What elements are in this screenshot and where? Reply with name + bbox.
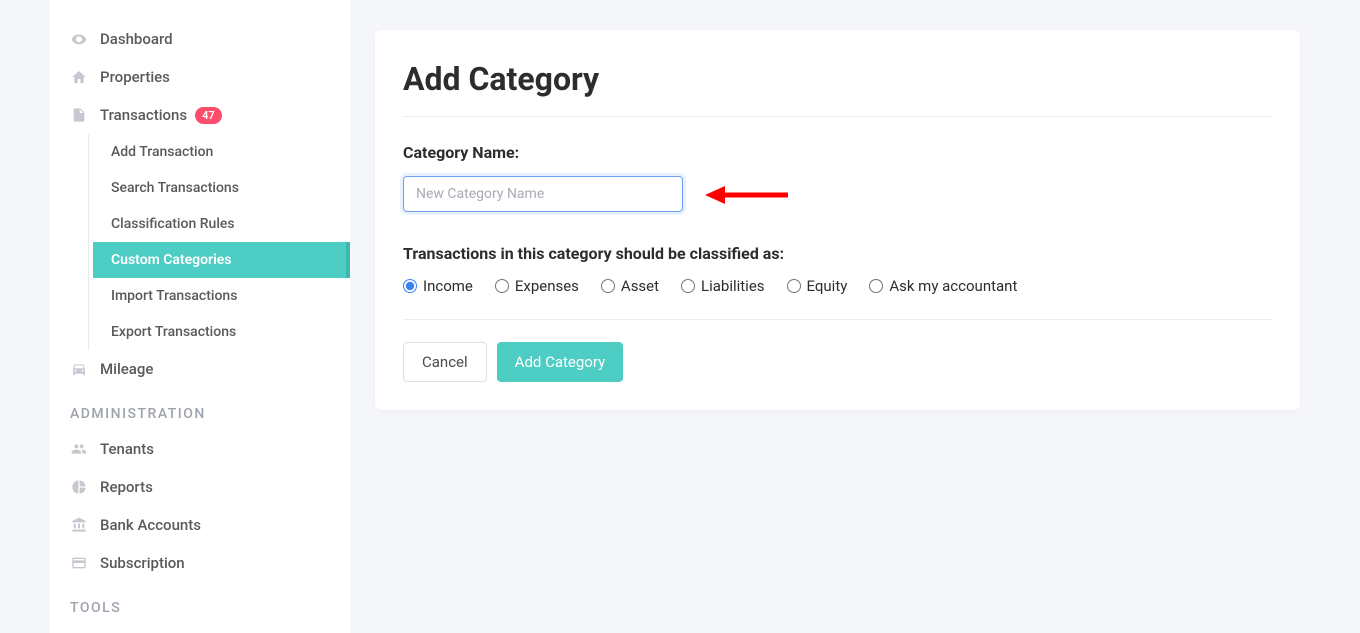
nav-reports[interactable]: Reports — [50, 468, 350, 506]
nav-mileage[interactable]: Mileage — [50, 350, 350, 388]
page-title: Add Category — [403, 60, 1272, 98]
nav-properties[interactable]: Properties — [50, 58, 350, 96]
radio-liabilities[interactable]: Liabilities — [681, 277, 765, 295]
transactions-sub-nav: Add Transaction Search Transactions Clas… — [88, 134, 350, 350]
nav-tenants-label: Tenants — [100, 440, 154, 458]
card-icon — [70, 554, 88, 572]
nav-reports-label: Reports — [100, 478, 153, 496]
users-icon — [70, 440, 88, 458]
cancel-button[interactable]: Cancel — [403, 342, 487, 382]
nav-mileage-label: Mileage — [100, 360, 153, 378]
bank-icon — [70, 516, 88, 534]
category-name-label: Category Name: — [403, 143, 1272, 162]
section-tools: TOOLS — [50, 582, 350, 624]
nav-transactions-label: Transactions — [100, 106, 187, 124]
add-category-card: Add Category Category Name: Transactions… — [375, 30, 1300, 410]
sub-nav-add-transaction[interactable]: Add Transaction — [93, 134, 350, 170]
sub-nav-classification-rules[interactable]: Classification Rules — [93, 206, 350, 242]
radio-income[interactable]: Income — [403, 277, 473, 295]
nav-subscription[interactable]: Subscription — [50, 544, 350, 582]
radio-equity-input[interactable] — [787, 279, 801, 293]
nav-tenants[interactable]: Tenants — [50, 430, 350, 468]
transactions-badge: 47 — [195, 107, 222, 124]
radio-equity[interactable]: Equity — [787, 277, 848, 295]
car-icon — [70, 360, 88, 378]
radio-expenses[interactable]: Expenses — [495, 277, 579, 295]
radio-ask-input[interactable] — [869, 279, 883, 293]
sub-nav-import-transactions[interactable]: Import Transactions — [93, 278, 350, 314]
classification-radio-group: Income Expenses Asset Liabilities Equity… — [403, 277, 1272, 297]
radio-income-input[interactable] — [403, 279, 417, 293]
divider — [403, 319, 1272, 320]
home-icon — [70, 68, 88, 86]
radio-ask-accountant[interactable]: Ask my accountant — [869, 277, 1017, 295]
sub-nav-search-transactions[interactable]: Search Transactions — [93, 170, 350, 206]
category-name-input[interactable] — [403, 176, 683, 212]
radio-expenses-input[interactable] — [495, 279, 509, 293]
radio-equity-label: Equity — [807, 277, 848, 295]
dashboard-icon — [70, 30, 88, 48]
nav-bank-label: Bank Accounts — [100, 516, 201, 534]
sidebar: Dashboard Properties Transactions 47 Add… — [50, 0, 350, 633]
nav-transactions[interactable]: Transactions 47 — [50, 96, 350, 134]
button-row: Cancel Add Category — [403, 342, 1272, 382]
arrow-annotation-icon — [703, 180, 793, 210]
classify-label: Transactions in this category should be … — [403, 244, 1272, 263]
radio-ask-label: Ask my accountant — [889, 277, 1017, 295]
input-row — [403, 176, 1272, 212]
main-content: Add Category Category Name: Transactions… — [350, 0, 1360, 633]
nav-properties-label: Properties — [100, 68, 170, 86]
nav-bank-accounts[interactable]: Bank Accounts — [50, 506, 350, 544]
sub-nav-export-transactions[interactable]: Export Transactions — [93, 314, 350, 350]
nav-dashboard[interactable]: Dashboard — [50, 20, 350, 58]
section-administration: ADMINISTRATION — [50, 388, 350, 430]
radio-liabilities-label: Liabilities — [701, 277, 765, 295]
sub-nav-custom-categories[interactable]: Custom Categories — [93, 242, 350, 278]
radio-income-label: Income — [423, 277, 473, 295]
radio-liabilities-input[interactable] — [681, 279, 695, 293]
add-category-button[interactable]: Add Category — [497, 342, 624, 382]
radio-asset-label: Asset — [621, 277, 659, 295]
radio-expenses-label: Expenses — [515, 277, 579, 295]
divider — [403, 116, 1272, 117]
nav-subscription-label: Subscription — [100, 554, 185, 572]
radio-asset-input[interactable] — [601, 279, 615, 293]
file-icon — [70, 106, 88, 124]
nav-dashboard-label: Dashboard — [100, 30, 173, 48]
radio-asset[interactable]: Asset — [601, 277, 659, 295]
pie-icon — [70, 478, 88, 496]
